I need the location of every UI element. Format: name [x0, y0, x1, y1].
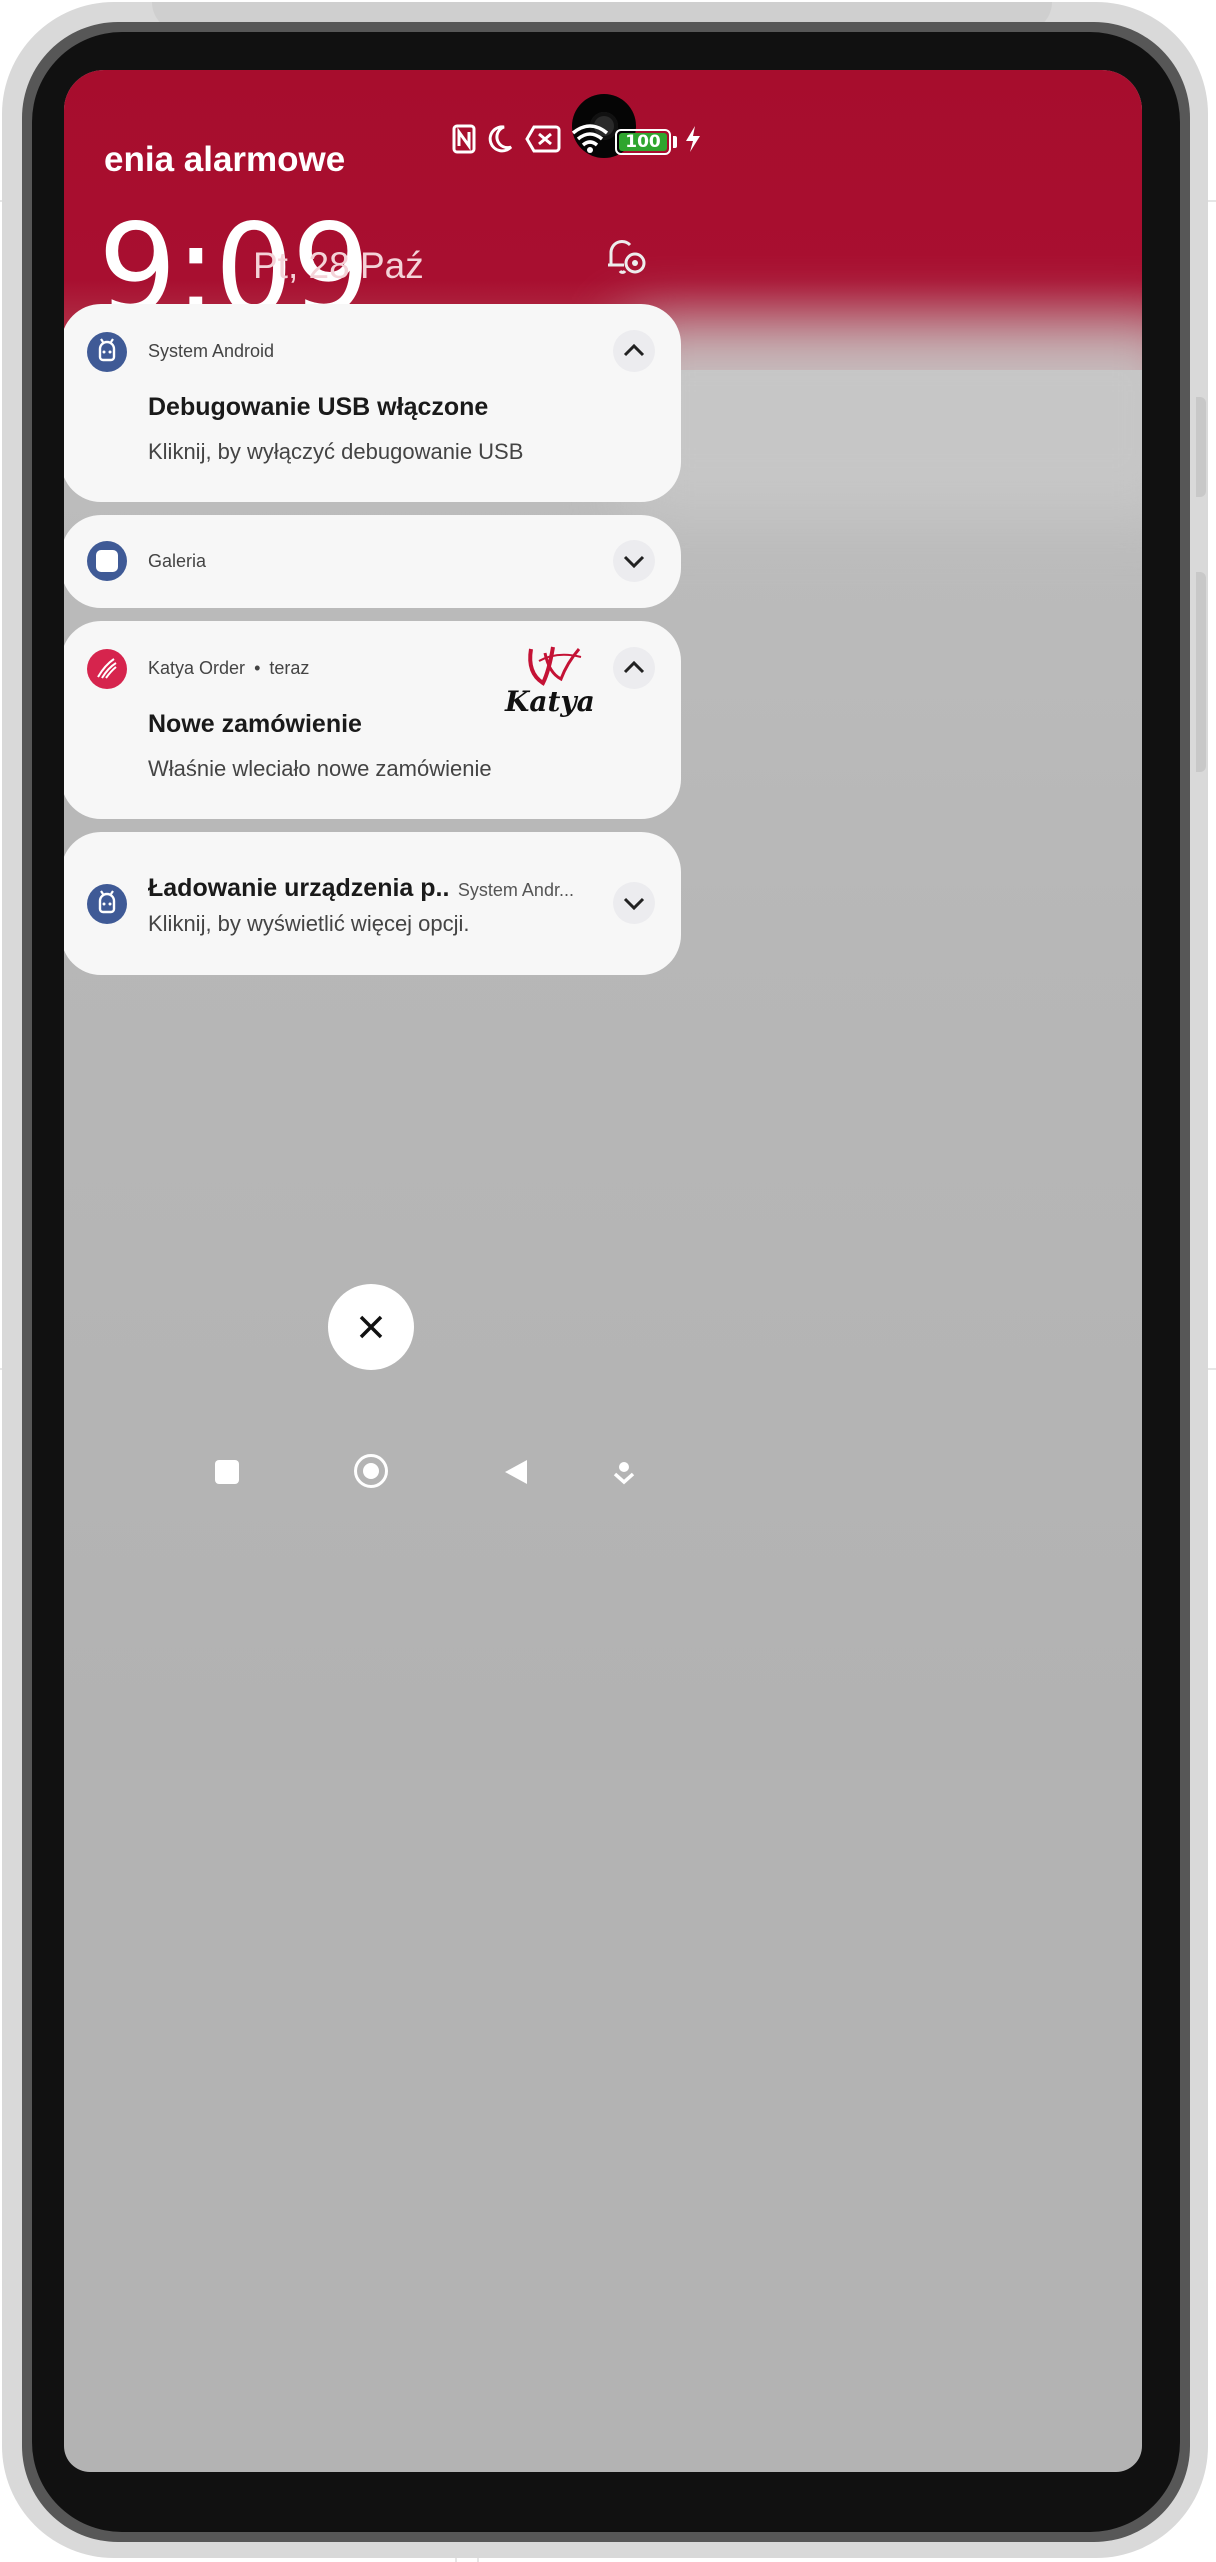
notification-text: Kliknij, by wyłączyć debugowanie USB: [148, 439, 524, 464]
notification-header-line: Ładowanie urządzenia p.. System Andr...: [148, 874, 574, 903]
notification-card-gallery[interactable]: Galeria: [64, 515, 681, 608]
android-app-icon: [87, 884, 127, 924]
collapse-chevron-button[interactable]: [613, 330, 655, 372]
notification-app-name: System Andr...: [457, 880, 574, 900]
notification-title: Nowe zamówienie: [148, 710, 362, 738]
katya-logo: Katya: [501, 643, 595, 729]
recents-square-icon[interactable]: [215, 1460, 239, 1484]
notification-app-name: Katya Order • teraz: [148, 658, 309, 679]
notification-text: Właśnie wleciało nowe zamówienie: [148, 756, 492, 781]
expand-chevron-button[interactable]: [613, 540, 655, 582]
nfc-icon: [452, 123, 476, 160]
notification-card-katya-order[interactable]: Katya Order • teraz Katya Nowe zamówieni…: [64, 621, 681, 819]
notification-text: Kliknij, by wyświetlić więcej opcji.: [148, 911, 470, 936]
clear-all-notifications-button[interactable]: [328, 1284, 414, 1370]
home-circle-icon[interactable]: [354, 1454, 388, 1488]
wifi-icon: [570, 123, 610, 160]
no-sim-icon: [524, 123, 562, 160]
power-button: [1196, 572, 1206, 772]
notification-app-name: System Android: [148, 341, 275, 361]
notification-card-usb-debugging[interactable]: System Android Debugowanie USB włączone …: [64, 304, 681, 502]
status-carrier-text: enia alarmowe: [104, 140, 346, 179]
charging-bolt-icon: [682, 123, 704, 160]
phone-frame: enia alarmowe 100 9:09 Pt, 28 Paź System…: [2, 2, 1208, 2558]
gallery-app-icon: [87, 541, 127, 581]
notification-title: Ładowanie urządzenia p..: [148, 874, 450, 902]
wallpaper-blur-highlight: [624, 320, 1142, 520]
notification-time: teraz: [269, 658, 310, 678]
lock-date: Pt, 28 Paź: [253, 245, 424, 286]
close-icon: [359, 1315, 383, 1339]
meta-separator: •: [254, 658, 261, 678]
notification-app-name: Galeria: [148, 551, 207, 571]
app-name-text: Katya Order: [148, 658, 246, 678]
notification-shade: enia alarmowe 100 9:09 Pt, 28 Paź System…: [64, 70, 1142, 2472]
notification-title: Debugowanie USB włączone: [148, 393, 489, 421]
battery-level: 100: [625, 132, 661, 152]
back-triangle-icon[interactable]: [503, 1458, 529, 1491]
expand-chevron-button[interactable]: [613, 882, 655, 924]
drawer-down-icon[interactable]: [613, 1460, 635, 1491]
status-icons: 100: [452, 123, 712, 163]
android-app-icon: [87, 332, 127, 372]
katya-app-icon: [87, 649, 127, 689]
do-not-disturb-moon-icon: [486, 123, 514, 160]
katya-logo-text: Katya: [505, 685, 595, 718]
collapse-chevron-button[interactable]: [613, 647, 655, 689]
volume-button: [1196, 397, 1206, 497]
notification-card-charging[interactable]: Ładowanie urządzenia p.. System Andr... …: [64, 832, 681, 975]
notification-settings-icon[interactable]: [602, 235, 648, 282]
